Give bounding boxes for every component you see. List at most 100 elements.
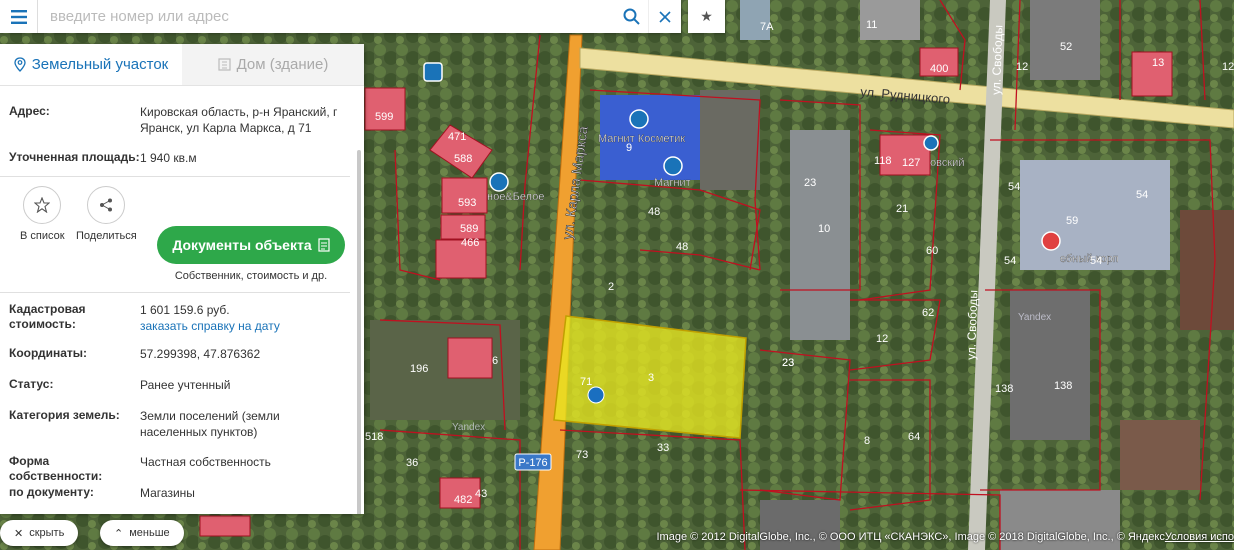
parcel-number: 599 — [375, 111, 393, 123]
parcel-number: 10 — [818, 223, 830, 235]
parcel-number: 589 — [460, 223, 478, 235]
menu-button[interactable] — [0, 0, 38, 33]
parcel-number: 12 — [876, 333, 888, 345]
documents-button[interactable]: Документы объекта — [157, 226, 345, 264]
parcel-number: 8 — [864, 435, 870, 447]
parcel-number: 518 — [365, 431, 383, 443]
coords-row: Координаты: 57.299398, 47.876362 — [0, 346, 350, 362]
info-panel: Земельный участок Дом (здание) Адрес: Ки… — [0, 44, 364, 514]
parcel-number: 127 — [902, 157, 920, 169]
clear-button[interactable] — [648, 0, 681, 33]
share-icon — [100, 198, 113, 212]
star-outline-icon — [34, 197, 51, 213]
poi-label: Магнит Косметик — [598, 133, 685, 145]
parcel-number: 466 — [461, 237, 479, 249]
area-row: Уточненная площадь: 1 940 кв.м — [0, 150, 350, 166]
parcel-number: 2 — [608, 281, 614, 293]
address-row: Адрес: Кировская область, р-н Яранский, … — [0, 104, 350, 136]
map-attribution: Image © 2012 DigitalGlobe, Inc., © ООО И… — [653, 528, 1234, 546]
building-icon — [217, 58, 231, 71]
parcel-number: 64 — [908, 431, 920, 443]
parcel-number: 118 — [874, 155, 892, 167]
category-row: Категория земель: Земли поселений (земли… — [0, 408, 350, 440]
parcel-number: 33 — [657, 442, 669, 454]
ownership-label: Форма собственности: — [9, 454, 103, 483]
hamburger-icon — [10, 9, 27, 24]
parcel-number: 471 — [448, 131, 466, 143]
chevron-up-icon: ⌃ — [114, 527, 124, 540]
parcel-number: 73 — [576, 449, 588, 461]
collapse-label: меньше — [129, 527, 170, 539]
attribution-text: Image © 2012 DigitalGlobe, Inc., © ООО И… — [656, 531, 1165, 543]
parcel-number: 54 — [1136, 189, 1148, 201]
parcel-number: 48 — [676, 241, 688, 253]
share-label: Поделиться — [76, 230, 137, 242]
divider — [0, 176, 350, 177]
watermark: Yandex — [452, 422, 485, 433]
document-label: по документу: — [9, 485, 94, 499]
favorite-label: В список — [20, 230, 65, 242]
category-value: Земли поселений (земли населенных пункто… — [140, 409, 280, 439]
cost-label: Кадастровая стоимость: — [9, 302, 86, 331]
parcel-number: 23 — [804, 177, 816, 189]
parcel-number: 482 — [454, 494, 472, 506]
bookmarks-button[interactable]: ★ — [688, 0, 725, 33]
cost-row: Кадастровая стоимость: 1 601 159.6 руб. … — [0, 302, 350, 334]
category-label: Категория земель: — [9, 408, 120, 422]
parcel-number: 36 — [406, 457, 418, 469]
scrollbar[interactable] — [357, 150, 361, 514]
panel-body[interactable]: Адрес: Кировская область, р-н Яранский, … — [0, 86, 364, 514]
parcel-number: 196 — [410, 363, 428, 375]
parcel-number: 3 — [648, 372, 654, 384]
parcel-number: 588 — [454, 153, 472, 165]
parcel-number: 60 — [926, 245, 938, 257]
parcel-number: 21 — [896, 203, 908, 215]
close-icon: ✕ — [14, 527, 24, 540]
coords-value: 57.299398, 47.876362 — [140, 347, 261, 361]
parcel-number: 54 — [1008, 181, 1020, 193]
star-icon: ★ — [700, 8, 713, 24]
tab-label: Земельный участок — [31, 56, 169, 73]
parcel-marker-icon[interactable] — [587, 386, 605, 404]
parcel-number: 400 — [930, 63, 948, 75]
order-certificate-link[interactable]: заказать справку на дату — [140, 318, 350, 334]
status-row: Статус: Ранее учтенный — [0, 377, 350, 393]
status-value: Ранее учтенный — [140, 378, 231, 392]
divider — [0, 292, 350, 293]
share-button[interactable]: Поделиться — [76, 186, 137, 242]
documents-label: Документы объекта — [172, 237, 312, 253]
parcel-number: 11 — [866, 19, 877, 31]
parcel-number: 54 — [1004, 255, 1016, 267]
parcel-number: 48 — [648, 206, 660, 218]
cost-value: 1 601 159.6 руб. — [140, 303, 230, 317]
terms-link[interactable]: Условия испо — [1165, 531, 1234, 543]
parcel-number: 138 — [995, 383, 1013, 395]
search-input[interactable] — [38, 0, 615, 33]
parcel-number: 54 — [1090, 255, 1102, 267]
street-label: ул. Свободы — [989, 25, 1005, 95]
tab-land-plot[interactable]: Земельный участок — [0, 44, 182, 85]
search-bar — [0, 0, 681, 33]
collapse-button[interactable]: ⌃ меньше — [100, 520, 184, 546]
parcel-number: 12 — [1222, 61, 1234, 73]
parcel-number: 6 — [492, 355, 498, 367]
parcel-number: 9 — [626, 142, 632, 154]
ownership-value: Частная собственность — [140, 455, 271, 469]
parcel-number: 138 — [1054, 380, 1072, 392]
tab-building[interactable]: Дом (здание) — [182, 44, 364, 85]
favorite-button[interactable]: В список — [20, 186, 65, 242]
poi-label: Магнит — [654, 177, 691, 189]
search-icon — [623, 8, 640, 25]
parcel-number: 12 — [1016, 61, 1028, 73]
poi-label: ное&Белое — [487, 191, 544, 203]
parcel-number: 13 — [1152, 57, 1164, 69]
parcel-number: 52 — [1060, 41, 1072, 53]
street-label: ул. Свободы — [964, 290, 980, 360]
panel-tabs: Земельный участок Дом (здание) — [0, 44, 364, 86]
road-badge-label: Р-176 — [518, 457, 547, 469]
search-button[interactable] — [615, 0, 648, 33]
area-value: 1 940 кв.м — [140, 151, 197, 165]
hide-label: скрыть — [29, 527, 65, 539]
hide-panel-button[interactable]: ✕ скрыть — [0, 520, 79, 546]
status-label: Статус: — [9, 377, 54, 391]
